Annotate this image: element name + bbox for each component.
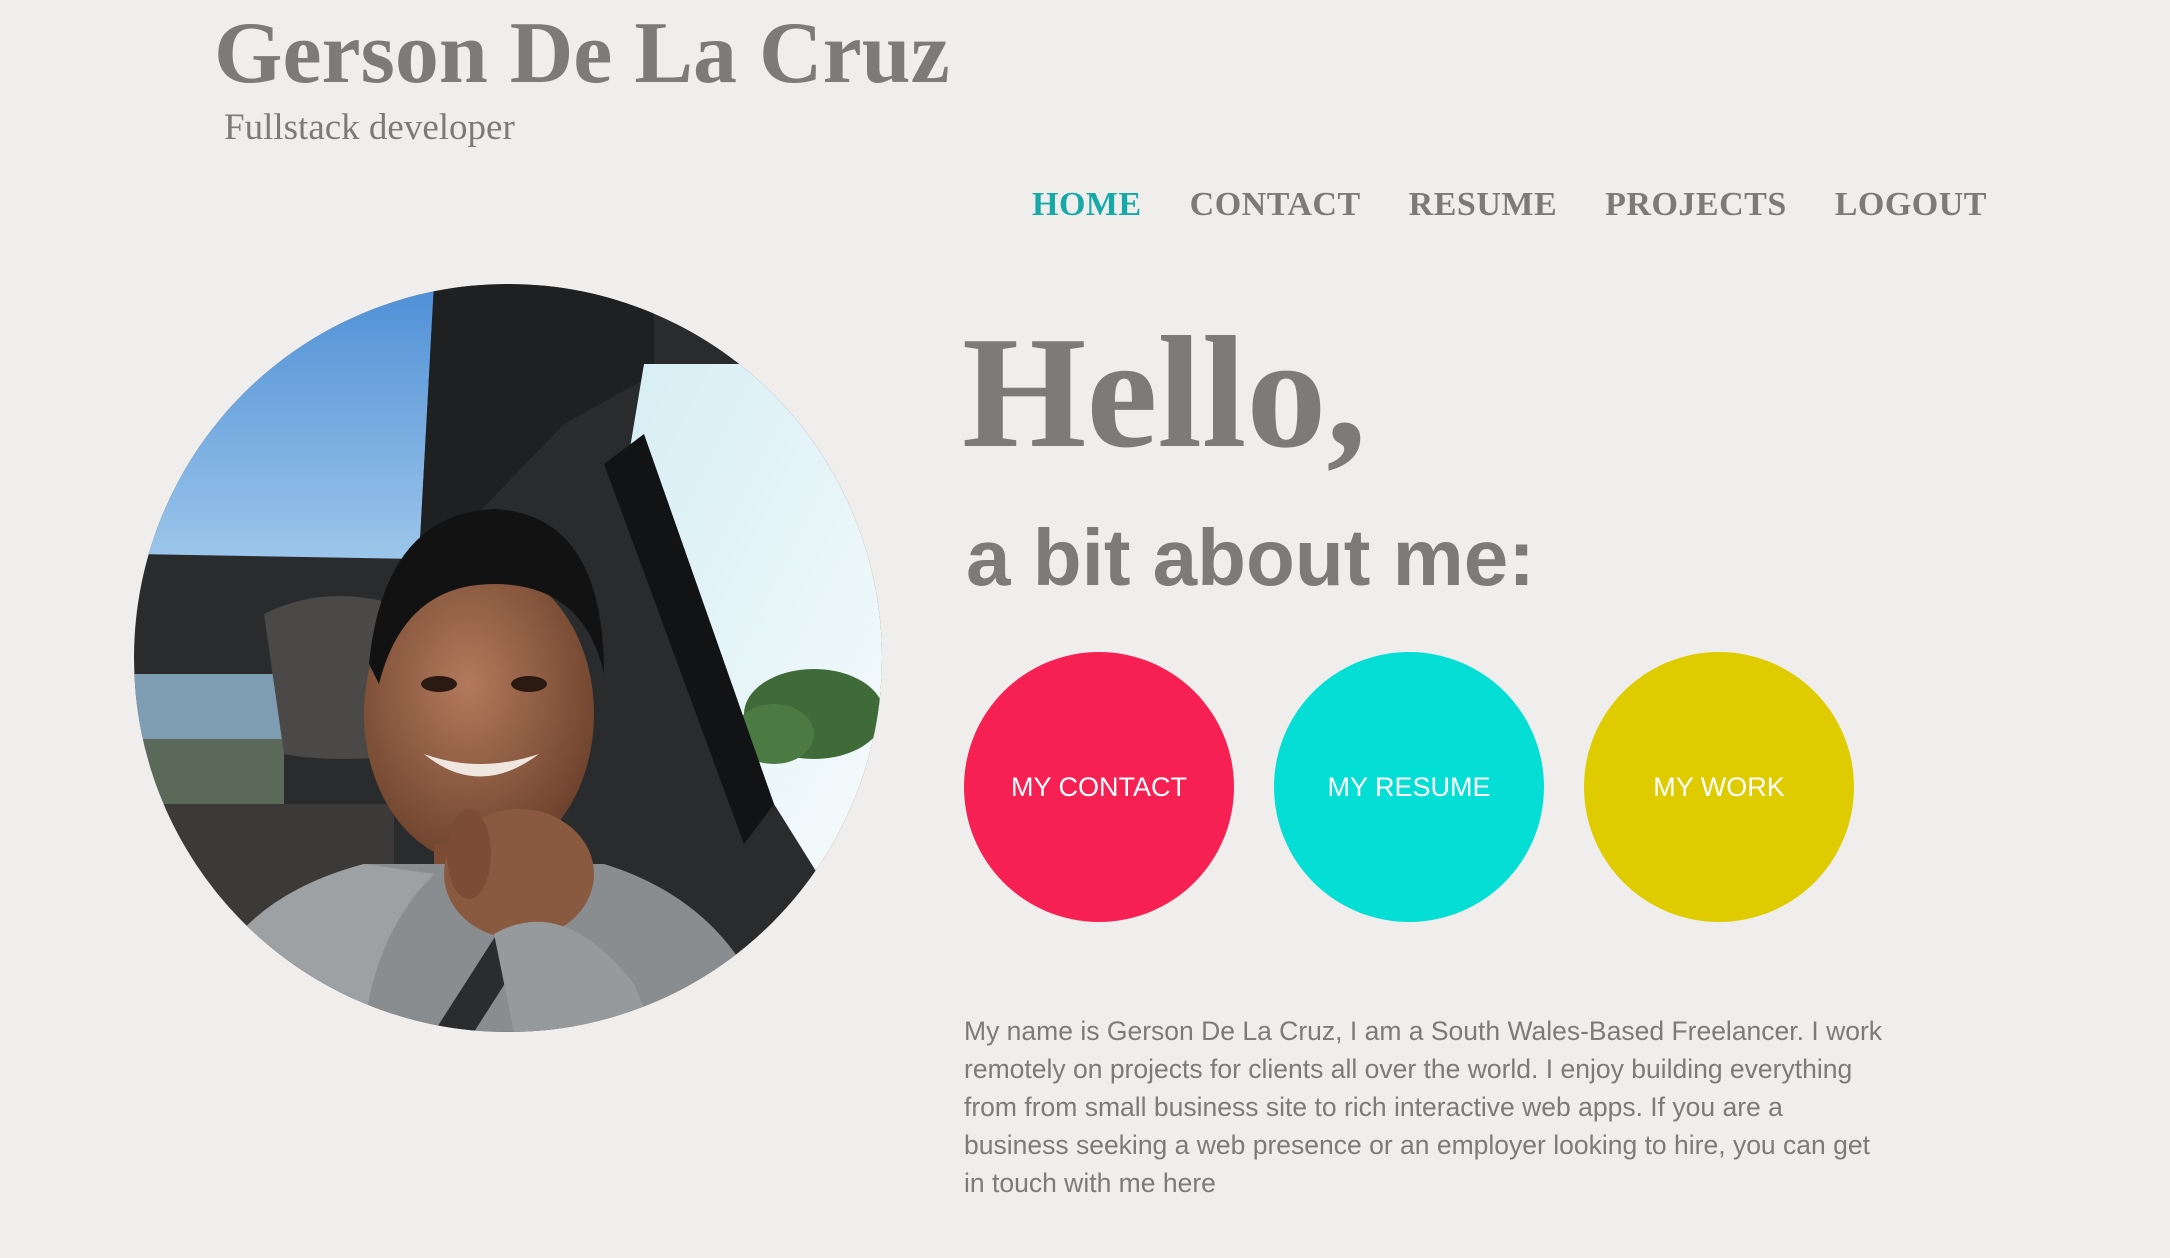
my-contact-button[interactable]: MY CONTACT: [964, 652, 1234, 922]
about-heading: a bit about me:: [966, 513, 1535, 602]
main-nav: HOME CONTACT RESUME PROJECTS LOGOUT: [1032, 186, 1987, 224]
site-title: Gerson De La Cruz: [214, 5, 950, 102]
bio-text: My name is Gerson De La Cruz, I am a Sou…: [964, 1016, 1883, 1198]
nav-home[interactable]: HOME: [1032, 186, 1142, 224]
my-resume-button[interactable]: MY RESUME: [1274, 652, 1544, 922]
profile-photo: [134, 284, 882, 1032]
nav-logout[interactable]: LOGOUT: [1835, 186, 1987, 224]
site-subtitle: Fullstack developer: [224, 107, 515, 148]
my-work-button[interactable]: MY WORK: [1584, 652, 1854, 922]
nav-contact[interactable]: CONTACT: [1190, 186, 1361, 224]
hello-heading: Hello,: [962, 303, 1367, 481]
nav-resume[interactable]: RESUME: [1409, 186, 1557, 224]
circle-buttons: MY CONTACT MY RESUME MY WORK: [964, 652, 1854, 922]
nav-projects[interactable]: PROJECTS: [1605, 186, 1787, 224]
